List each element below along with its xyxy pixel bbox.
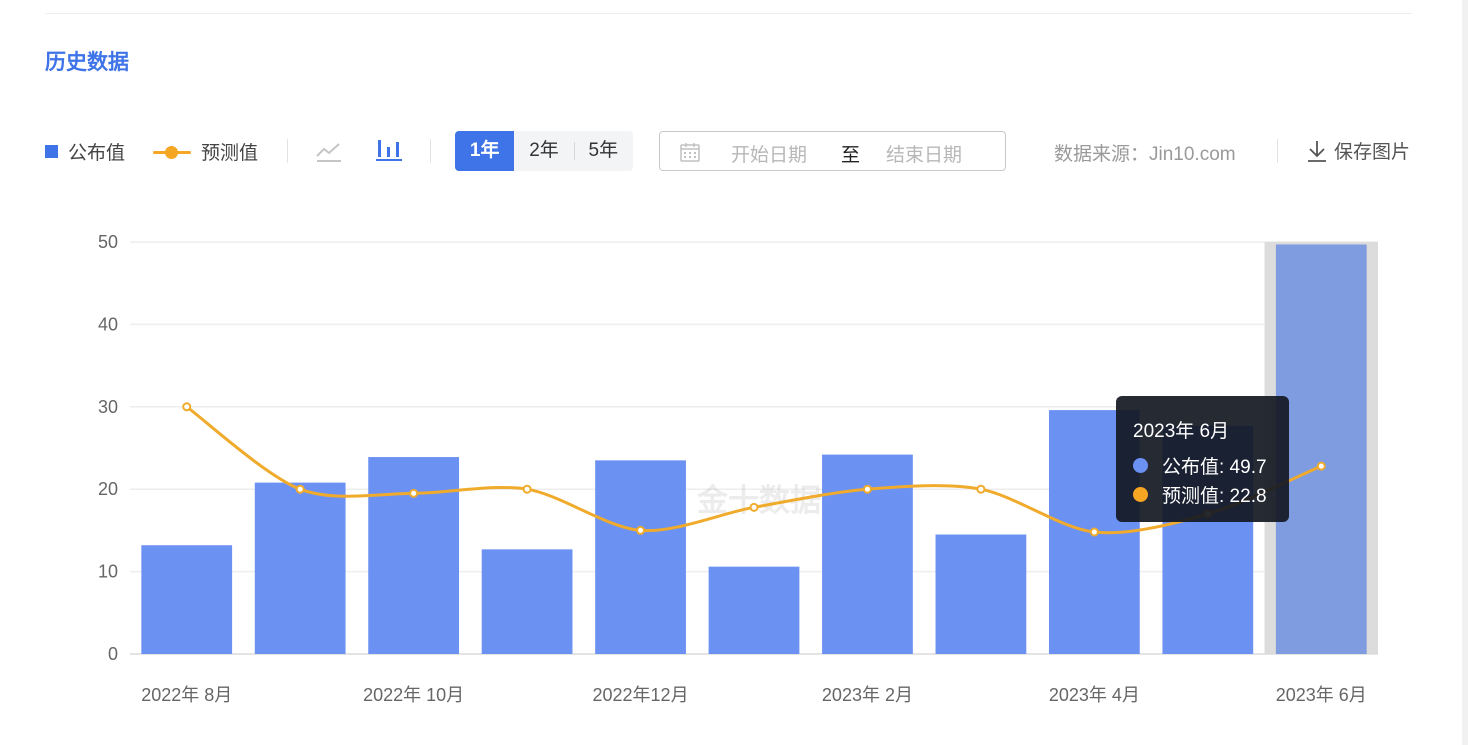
range-2-year-button[interactable]: 2年 [514,131,573,171]
y-tick-label: 30 [98,397,118,417]
x-tick-label: 2022年 10月 [363,685,464,705]
forecast-point [522,484,532,494]
range-5-year-button[interactable]: 5年 [573,131,633,171]
legend-forecast-swatch [153,145,191,159]
y-tick-label: 10 [98,562,118,582]
section-title: 历史数据 [45,51,129,74]
save-image-label: 保存图片 [1334,142,1411,163]
y-tick-label: 40 [98,314,118,334]
legend-published-swatch [45,145,58,158]
tooltip-published-dot [1133,458,1148,473]
toolbar-divider [430,139,431,163]
forecast-point [976,484,986,494]
y-tick-label: 50 [98,232,118,252]
bar [935,534,1027,654]
x-tick-label: 2022年12月 [593,685,689,705]
chart-tooltip: 2023年 6月 公布值: 49.7 预测值: 22.8 [1116,396,1289,522]
date-range-picker[interactable]: 开始日期 至 结束日期 [659,131,1006,171]
bar [1275,244,1367,655]
legend-published-label: 公布值 [68,143,126,164]
forecast-point [182,402,192,412]
x-tick-label: 2022年 8月 [141,685,232,705]
bar [481,549,573,654]
date-range-separator: 至 [841,145,861,166]
forecast-point [409,488,419,498]
calendar-icon [680,143,700,162]
watermark-text: 金十数据 [696,483,821,519]
save-image-button[interactable]: 保存图片 [1306,137,1410,164]
tooltip-forecast-dot [1133,487,1148,502]
data-source: 数据来源：Jin10.com [1054,144,1236,165]
x-tick-label: 2023年 2月 [822,685,913,705]
y-tick-label: 0 [108,644,118,664]
forecast-point [749,502,759,512]
download-icon [1308,140,1326,162]
forecast-point [862,484,872,494]
toolbar-divider [1277,139,1278,163]
x-tick-label: 2023年 4月 [1049,685,1140,705]
bar [254,482,346,654]
legend-forecast-label: 预测值 [201,143,259,164]
end-date-input[interactable]: 结束日期 [886,140,962,167]
y-tick-label: 20 [98,479,118,499]
tooltip-published-text: 公布值: 49.7 [1162,457,1267,478]
top-divider [45,13,1412,14]
bar-chart-icon[interactable] [375,136,403,164]
line-chart-icon[interactable] [315,136,343,164]
bar [708,566,800,654]
range-selector: 1年 2年 5年 [455,131,633,171]
forecast-point [295,484,305,494]
tooltip-forecast-row: 预测值: 22.8 [1133,481,1267,508]
bar [368,457,460,654]
start-date-input[interactable]: 开始日期 [731,140,807,167]
bar [595,460,686,654]
range-1-year-button[interactable]: 1年 [455,131,515,171]
legend-published[interactable]: 公布值 [45,138,125,165]
chart-toolbar: 公布值 预测值 1年 2年 5年 开始日期 至 结束日期 数据来源：Jin10.… [45,128,1415,172]
bar [822,454,913,654]
tooltip-forecast-text: 预测值: 22.8 [1162,486,1267,507]
toolbar-divider [287,139,288,163]
forecast-point [1089,527,1099,537]
x-tick-label: 2023年 6月 [1276,685,1367,705]
tooltip-published-row: 公布值: 49.7 [1133,452,1267,479]
forecast-point [1316,461,1326,471]
tooltip-title: 2023年 6月 [1133,421,1230,442]
bar [141,545,233,654]
legend-forecast[interactable]: 预测值 [153,138,258,165]
forecast-point [636,525,646,535]
